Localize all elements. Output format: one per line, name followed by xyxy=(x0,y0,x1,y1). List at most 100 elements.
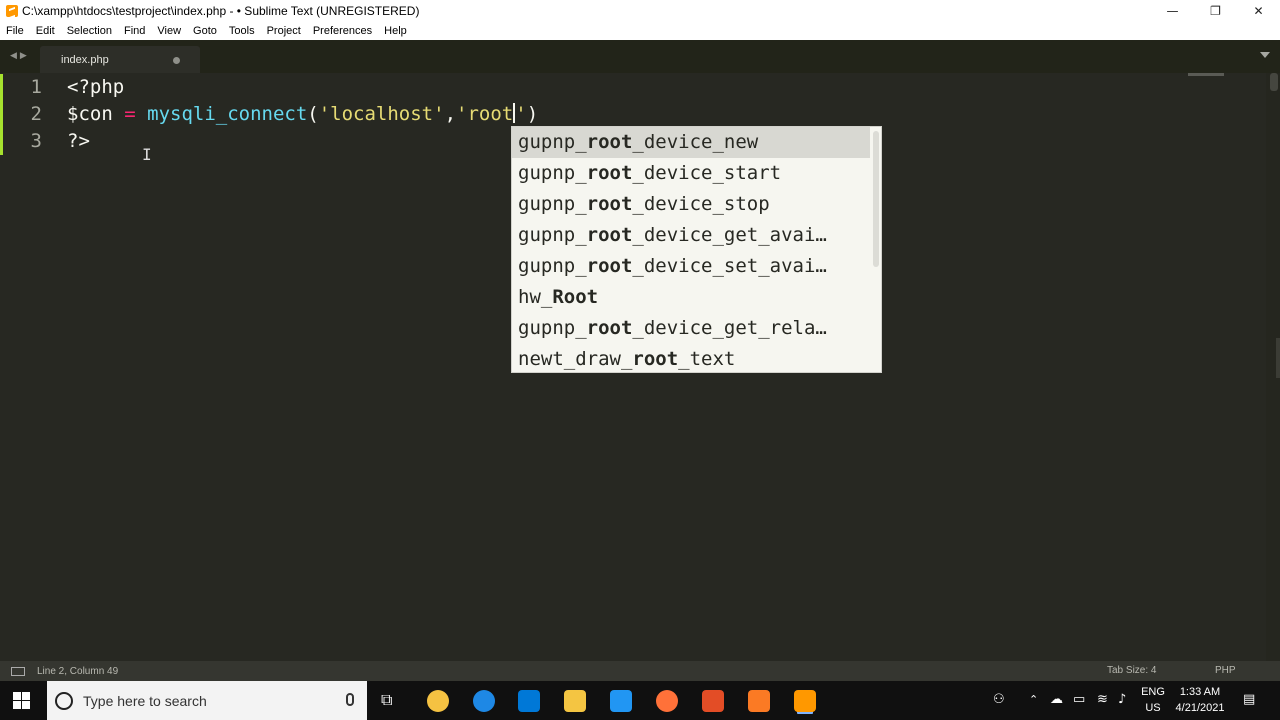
ac-suffix: _device_stop xyxy=(632,193,770,215)
title-bar: C:\xampp\htdocs\testproject\index.php - … xyxy=(0,0,1280,22)
ac-suffix: _device_get_rela… xyxy=(632,317,827,339)
menu-preferences[interactable]: Preferences xyxy=(307,25,378,37)
comma-token: , xyxy=(444,103,457,125)
store-icon[interactable] xyxy=(518,690,540,712)
close-button[interactable]: ✕ xyxy=(1237,0,1280,22)
maximize-button[interactable]: ❐ xyxy=(1194,0,1237,22)
paren-token: ) xyxy=(526,103,539,125)
window-controls: — ❐ ✕ xyxy=(1151,0,1280,22)
unsaved-dot-icon[interactable] xyxy=(173,57,180,64)
ac-prefix: gupnp_ xyxy=(518,255,587,277)
ac-match: root xyxy=(586,317,633,339)
autocomplete-popup[interactable]: gupnp_root_device_new gupnp_root_device_… xyxy=(511,126,882,373)
panel-toggle-icon[interactable] xyxy=(11,666,25,676)
clock-date[interactable]: 4/21/2021 xyxy=(1172,702,1228,714)
tab-index-php[interactable]: index.php xyxy=(40,46,200,73)
code-line-3[interactable]: ?> xyxy=(67,130,90,152)
ac-prefix: gupnp_ xyxy=(518,317,587,339)
menu-file[interactable]: File xyxy=(0,25,30,37)
menu-selection[interactable]: Selection xyxy=(61,25,118,37)
clock-time[interactable]: 1:33 AM xyxy=(1172,686,1228,698)
chrome-icon[interactable] xyxy=(427,690,449,712)
status-bar: Line 2, Column 49 Tab Size: 4 PHP xyxy=(0,661,1280,681)
autocomplete-item[interactable]: gupnp_root_device_stop xyxy=(512,189,870,220)
language-indicator[interactable]: ENG xyxy=(1139,686,1167,698)
autocomplete-item[interactable]: gupnp_root_device_new xyxy=(512,127,870,158)
line-number: 3 xyxy=(30,130,42,152)
ac-prefix: gupnp_ xyxy=(518,131,587,153)
minimap[interactable] xyxy=(1188,73,1224,76)
ac-suffix: _device_start xyxy=(632,162,782,184)
ac-prefix: hw_ xyxy=(518,286,553,308)
menu-project[interactable]: Project xyxy=(261,25,307,37)
menu-bar: File Edit Selection Find View Goto Tools… xyxy=(0,22,1280,40)
firefox-icon[interactable] xyxy=(656,690,678,712)
tab-size-indicator[interactable]: Tab Size: 4 xyxy=(1107,665,1156,676)
ac-match: Root xyxy=(552,286,599,308)
sublime-app-icon xyxy=(6,5,18,17)
autocomplete-item[interactable]: gupnp_root_device_start xyxy=(512,158,870,189)
taskbar-search[interactable]: Type here to search xyxy=(47,681,367,720)
ac-match: root xyxy=(586,255,633,277)
gutter: 1 2 3 xyxy=(0,73,56,661)
code-line-2[interactable]: $con = mysqli_connect('localhost','root '… xyxy=(67,103,538,125)
people-icon[interactable]: ⚇ xyxy=(993,692,1005,707)
string-token: 'localhost' xyxy=(318,103,445,125)
tab-dropdown-icon[interactable] xyxy=(1260,52,1270,58)
windows-start-icon[interactable] xyxy=(13,692,30,709)
taskbar: Type here to search ⧉ ⚇ ⌃ ☁ ▭ ≋ ♪ ENG US… xyxy=(0,681,1280,720)
variable-token: $con xyxy=(67,103,113,125)
onedrive-icon[interactable]: ☁ xyxy=(1050,692,1063,707)
menu-goto[interactable]: Goto xyxy=(187,25,223,37)
notifications-icon[interactable]: ▤ xyxy=(1243,692,1255,707)
function-token: mysqli_connect xyxy=(147,103,308,125)
wifi-icon[interactable]: ≋ xyxy=(1097,692,1108,707)
sublime-taskbar-icon[interactable] xyxy=(794,690,816,712)
autocomplete-scrollbar[interactable] xyxy=(873,131,879,267)
tab-nav-arrows-icon[interactable]: ◀▶ xyxy=(10,51,30,61)
autocomplete-item[interactable]: gupnp_root_device_get_rela… xyxy=(512,313,870,344)
editor-area[interactable]: 1 2 3 <?php $con = mysqli_connect('local… xyxy=(0,73,1280,661)
menu-view[interactable]: View xyxy=(151,25,187,37)
task-view-icon[interactable]: ⧉ xyxy=(381,690,392,710)
mail-icon[interactable] xyxy=(610,690,632,712)
code-line-1[interactable]: <?php xyxy=(67,76,124,98)
menu-help[interactable]: Help xyxy=(378,25,413,37)
scrollbar-track-mark xyxy=(1276,338,1280,378)
string-token: 'root xyxy=(456,103,514,125)
chevron-up-icon[interactable]: ⌃ xyxy=(1029,693,1038,706)
file-explorer-icon[interactable] xyxy=(564,690,586,712)
tab-label: index.php xyxy=(61,53,109,66)
cortana-icon xyxy=(55,691,73,710)
minimize-button[interactable]: — xyxy=(1151,0,1194,22)
ac-prefix: gupnp_ xyxy=(518,224,587,246)
ac-prefix: newt_draw_ xyxy=(518,348,633,370)
menu-edit[interactable]: Edit xyxy=(30,25,61,37)
region-indicator[interactable]: US xyxy=(1139,702,1167,714)
menu-tools[interactable]: Tools xyxy=(223,25,261,37)
ac-suffix: _device_get_avai… xyxy=(632,224,827,246)
microphone-icon[interactable] xyxy=(346,693,354,706)
ac-suffix: _text xyxy=(678,348,736,370)
tab-bar: ◀▶ index.php xyxy=(0,40,1280,73)
autocomplete-item[interactable]: gupnp_root_device_set_avai… xyxy=(512,251,870,282)
xampp-icon[interactable] xyxy=(748,690,770,712)
cursor-position: Line 2, Column 49 xyxy=(37,665,119,677)
php-open-tag: <?php xyxy=(67,76,125,98)
volume-icon[interactable]: ♪ xyxy=(1118,692,1126,707)
scrollbar-thumb[interactable] xyxy=(1270,73,1278,91)
ac-match: root xyxy=(632,348,679,370)
ac-match: root xyxy=(586,131,633,153)
battery-icon[interactable]: ▭ xyxy=(1073,692,1085,707)
vertical-scrollbar[interactable] xyxy=(1266,73,1280,661)
menu-find[interactable]: Find xyxy=(118,25,151,37)
office-icon[interactable] xyxy=(702,690,724,712)
autocomplete-item[interactable]: gupnp_root_device_get_avai… xyxy=(512,220,870,251)
autocomplete-item[interactable]: hw_Root xyxy=(512,282,870,313)
autocomplete-item[interactable]: newt_draw_root_text xyxy=(512,344,870,375)
line-number: 1 xyxy=(30,76,42,98)
ac-suffix: _device_set_avai… xyxy=(632,255,827,277)
ac-prefix: gupnp_ xyxy=(518,162,587,184)
edge-icon[interactable] xyxy=(473,690,495,712)
syntax-indicator[interactable]: PHP xyxy=(1215,665,1236,676)
